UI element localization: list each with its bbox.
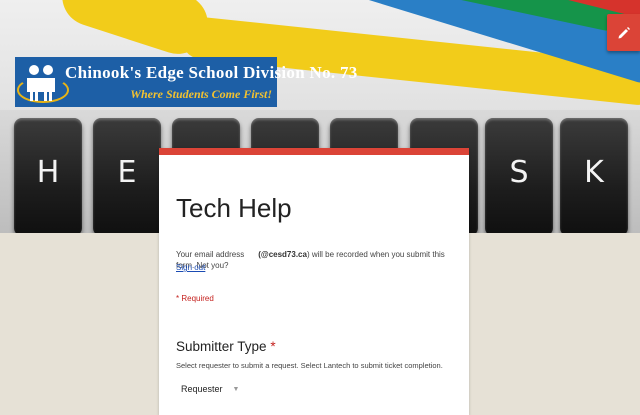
- logo-name: Chinook's Edge School Division No. 73: [65, 63, 358, 82]
- keycap: H: [14, 118, 82, 233]
- pencil-icon: [618, 26, 630, 38]
- question-title: Submitter Type *: [176, 339, 276, 354]
- email-domain: (@cesd73.ca: [258, 250, 307, 259]
- children-icon: [27, 65, 55, 101]
- submitter-type-dropdown[interactable]: Requester ▼: [181, 384, 239, 394]
- question-description: Select requester to submit a request. Se…: [176, 361, 443, 370]
- logo-tagline: Where Students Come First!: [130, 87, 272, 101]
- school-division-logo: Chinook's Edge School Division No. 73 Wh…: [15, 57, 357, 107]
- dropdown-arrow-icon: ▼: [232, 385, 240, 393]
- keycap: K: [560, 118, 628, 233]
- email-notice: Your email address (@cesd73.ca) will be …: [176, 249, 462, 271]
- form-card: Tech Help Your email address (@cesd73.ca…: [159, 148, 469, 415]
- email-label: Your email address: [176, 250, 245, 259]
- required-note: * Required: [176, 294, 214, 303]
- edit-form-button[interactable]: [607, 14, 640, 51]
- keycap: E: [93, 118, 161, 233]
- dropdown-selected-value: Requester: [181, 384, 223, 394]
- question-title-text: Submitter Type: [176, 339, 267, 354]
- sign-out-link[interactable]: Sign out: [176, 263, 205, 272]
- keycap: S: [485, 118, 553, 233]
- form-title: Tech Help: [176, 193, 292, 223]
- required-asterisk: *: [270, 339, 276, 354]
